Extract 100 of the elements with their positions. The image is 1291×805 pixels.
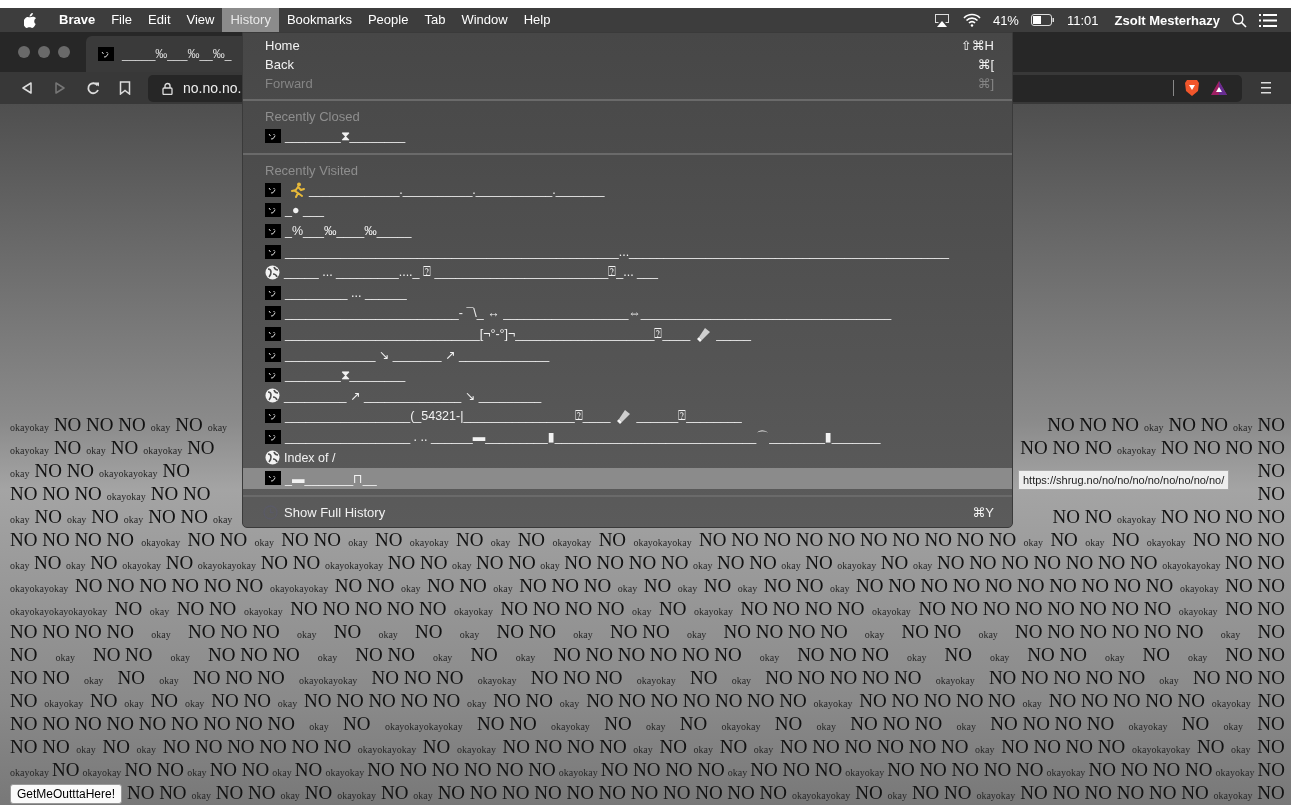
history-entry[interactable]: ________⧗________: [243, 126, 1012, 147]
okay-text: okayokay: [143, 445, 183, 456]
history-entry[interactable]: __________________(_54321-|________________⍰____ ______⍰________: [243, 406, 1012, 427]
menu-item[interactable]: Show Full History ⌘Y: [243, 502, 1012, 522]
no-text: NO NO NO NO: [600, 759, 725, 781]
apple-logo-icon[interactable]: [24, 12, 37, 28]
user-name[interactable]: Zsolt Mesterhazy: [1114, 12, 1220, 28]
no-text: NO NO NO: [1020, 437, 1113, 459]
no-text: NO: [175, 414, 203, 436]
clock-time[interactable]: 11:01: [1066, 12, 1099, 28]
triangle-icon[interactable]: [1210, 80, 1228, 96]
battery-icon[interactable]: [1030, 14, 1055, 26]
no-text: NO NO: [215, 782, 276, 804]
history-entry[interactable]: Index of /: [243, 447, 1012, 468]
no-text: NO NO NO: [750, 759, 843, 781]
no-text: NO: [150, 690, 179, 712]
history-entry[interactable]: ________⧗________: [243, 364, 1012, 386]
no-text: NO NO NO NO NO: [1048, 690, 1205, 712]
no-text: NO NO: [1225, 644, 1285, 666]
okay-text: okay: [170, 652, 190, 663]
no-text: NO NO NO NO: [740, 598, 865, 620]
history-entry[interactable]: _________ ↗ ______________ ↘ _________: [243, 385, 1012, 407]
okay-text: okayokayokay: [1131, 744, 1191, 755]
okay-text: okayokayokay: [269, 583, 329, 594]
no-text: NO NO NO NO NO NO NO NO NO NO: [699, 529, 1017, 551]
no-text: NO: [470, 644, 498, 666]
no-text: NO NO: [92, 644, 153, 666]
okay-text: okayokay: [550, 721, 590, 732]
list-icon[interactable]: [1259, 13, 1277, 27]
bookmark-icon[interactable]: [119, 81, 131, 95]
okay-text: okay: [10, 468, 30, 479]
lion-shield-icon[interactable]: [1184, 79, 1200, 97]
no-text: NO NO: [1027, 644, 1087, 666]
no-text: NO NO: [148, 506, 208, 528]
app-menu[interactable]: Brave: [51, 8, 104, 32]
no-text: NO NO: [901, 621, 962, 643]
menu-icon[interactable]: [1261, 82, 1271, 94]
no-text: NO NO NO: [10, 483, 102, 505]
history-entry[interactable]: __________________ . .. ______▬_________▮_____________________________⌒________▮_______: [243, 426, 1012, 448]
history-entry[interactable]: ________________________________________________...______________________________________________: [243, 241, 1012, 262]
no-text: NO: [1111, 529, 1140, 551]
no-text: NO: [1257, 621, 1285, 643]
no-text: NO NO NO: [371, 667, 464, 689]
zoom-window-button[interactable]: [58, 46, 70, 58]
okay-text: okay: [184, 698, 205, 709]
menu-bar-item[interactable]: Bookmarks: [278, 8, 360, 32]
wifi-icon[interactable]: [962, 13, 981, 27]
menu-bar-item[interactable]: Window: [453, 8, 516, 32]
history-entry[interactable]: _____________ ↘ _______ ↗ _____________: [243, 344, 1012, 365]
history-entry[interactable]: _%___‰____‰_____: [243, 220, 1012, 242]
okay-text: okayokayokay: [633, 537, 692, 548]
no-text: NO: [1142, 644, 1170, 666]
history-entry[interactable]: _____ ... _________...._ ⍰ _________________________⍰_... ___: [243, 261, 1012, 283]
menu-bar-item[interactable]: Tab: [416, 8, 454, 32]
no-text: NO: [422, 736, 451, 758]
okay-text: okay: [212, 514, 233, 525]
search-icon[interactable]: [1232, 12, 1247, 28]
okay-text: okayokay: [1215, 767, 1255, 778]
no-text: NO: [774, 713, 803, 735]
okay-text: okayokay: [1046, 767, 1086, 778]
history-entry[interactable]: _________________________- ¯\_ ↔ __________________⇔____________________________________: [243, 303, 1012, 324]
no-text: NO: [117, 667, 145, 689]
no-text: NO NO NO NO: [1001, 736, 1126, 758]
okay-text: okay: [191, 790, 211, 801]
menu-bar-item[interactable]: Edit: [140, 8, 179, 32]
menu-bar-item[interactable]: File: [103, 8, 141, 32]
okay-text: okayokay: [477, 675, 517, 686]
no-text: NO: [51, 759, 80, 781]
no-text: NO NO NO NO: [10, 621, 135, 643]
okay-text: okayokayokay: [10, 583, 69, 594]
no-text: NO: [1257, 759, 1285, 781]
menu-bar-item[interactable]: People: [359, 8, 417, 32]
no-text: NO NO: [211, 690, 271, 712]
back-icon[interactable]: [20, 81, 34, 95]
history-entry[interactable]: _________ ... ______: [243, 282, 1012, 304]
close-window-button[interactable]: [18, 46, 30, 58]
menu-bar-item[interactable]: View: [178, 8, 223, 32]
no-text: NO: [659, 598, 687, 620]
okay-text: okay: [633, 744, 653, 755]
no-text: NO: [604, 713, 632, 735]
get-out-button[interactable]: GetMeOutttaHere!: [10, 783, 123, 804]
favicon-icon: [265, 285, 281, 300]
okay-text: okay: [467, 698, 487, 709]
okay-text: okayokay: [1211, 698, 1251, 709]
no-text: NO: [880, 552, 909, 574]
globe-icon: [265, 450, 280, 466]
history-entry[interactable]: _____________.__________.___________._______: [243, 179, 1012, 201]
no-text: NO: [187, 437, 215, 459]
no-text: NO NO: [10, 736, 70, 758]
history-entry[interactable]: ____________________________[¬°-°]¬____________________⍰____ _____: [243, 323, 1012, 345]
minimize-window-button[interactable]: [38, 46, 50, 58]
no-text: NO NO NO NO: [500, 598, 625, 620]
okay-text: okayokay: [1178, 606, 1218, 617]
reload-icon[interactable]: [86, 81, 100, 95]
okay-text: okayokay: [837, 560, 877, 571]
no-text: NO NO NO NO: [1160, 506, 1285, 528]
history-entry[interactable]: _● ___: [243, 200, 1012, 221]
no-text: NO: [165, 552, 194, 574]
menu-bar-item[interactable]: Help: [515, 8, 559, 32]
airplay-icon[interactable]: [932, 13, 951, 27]
